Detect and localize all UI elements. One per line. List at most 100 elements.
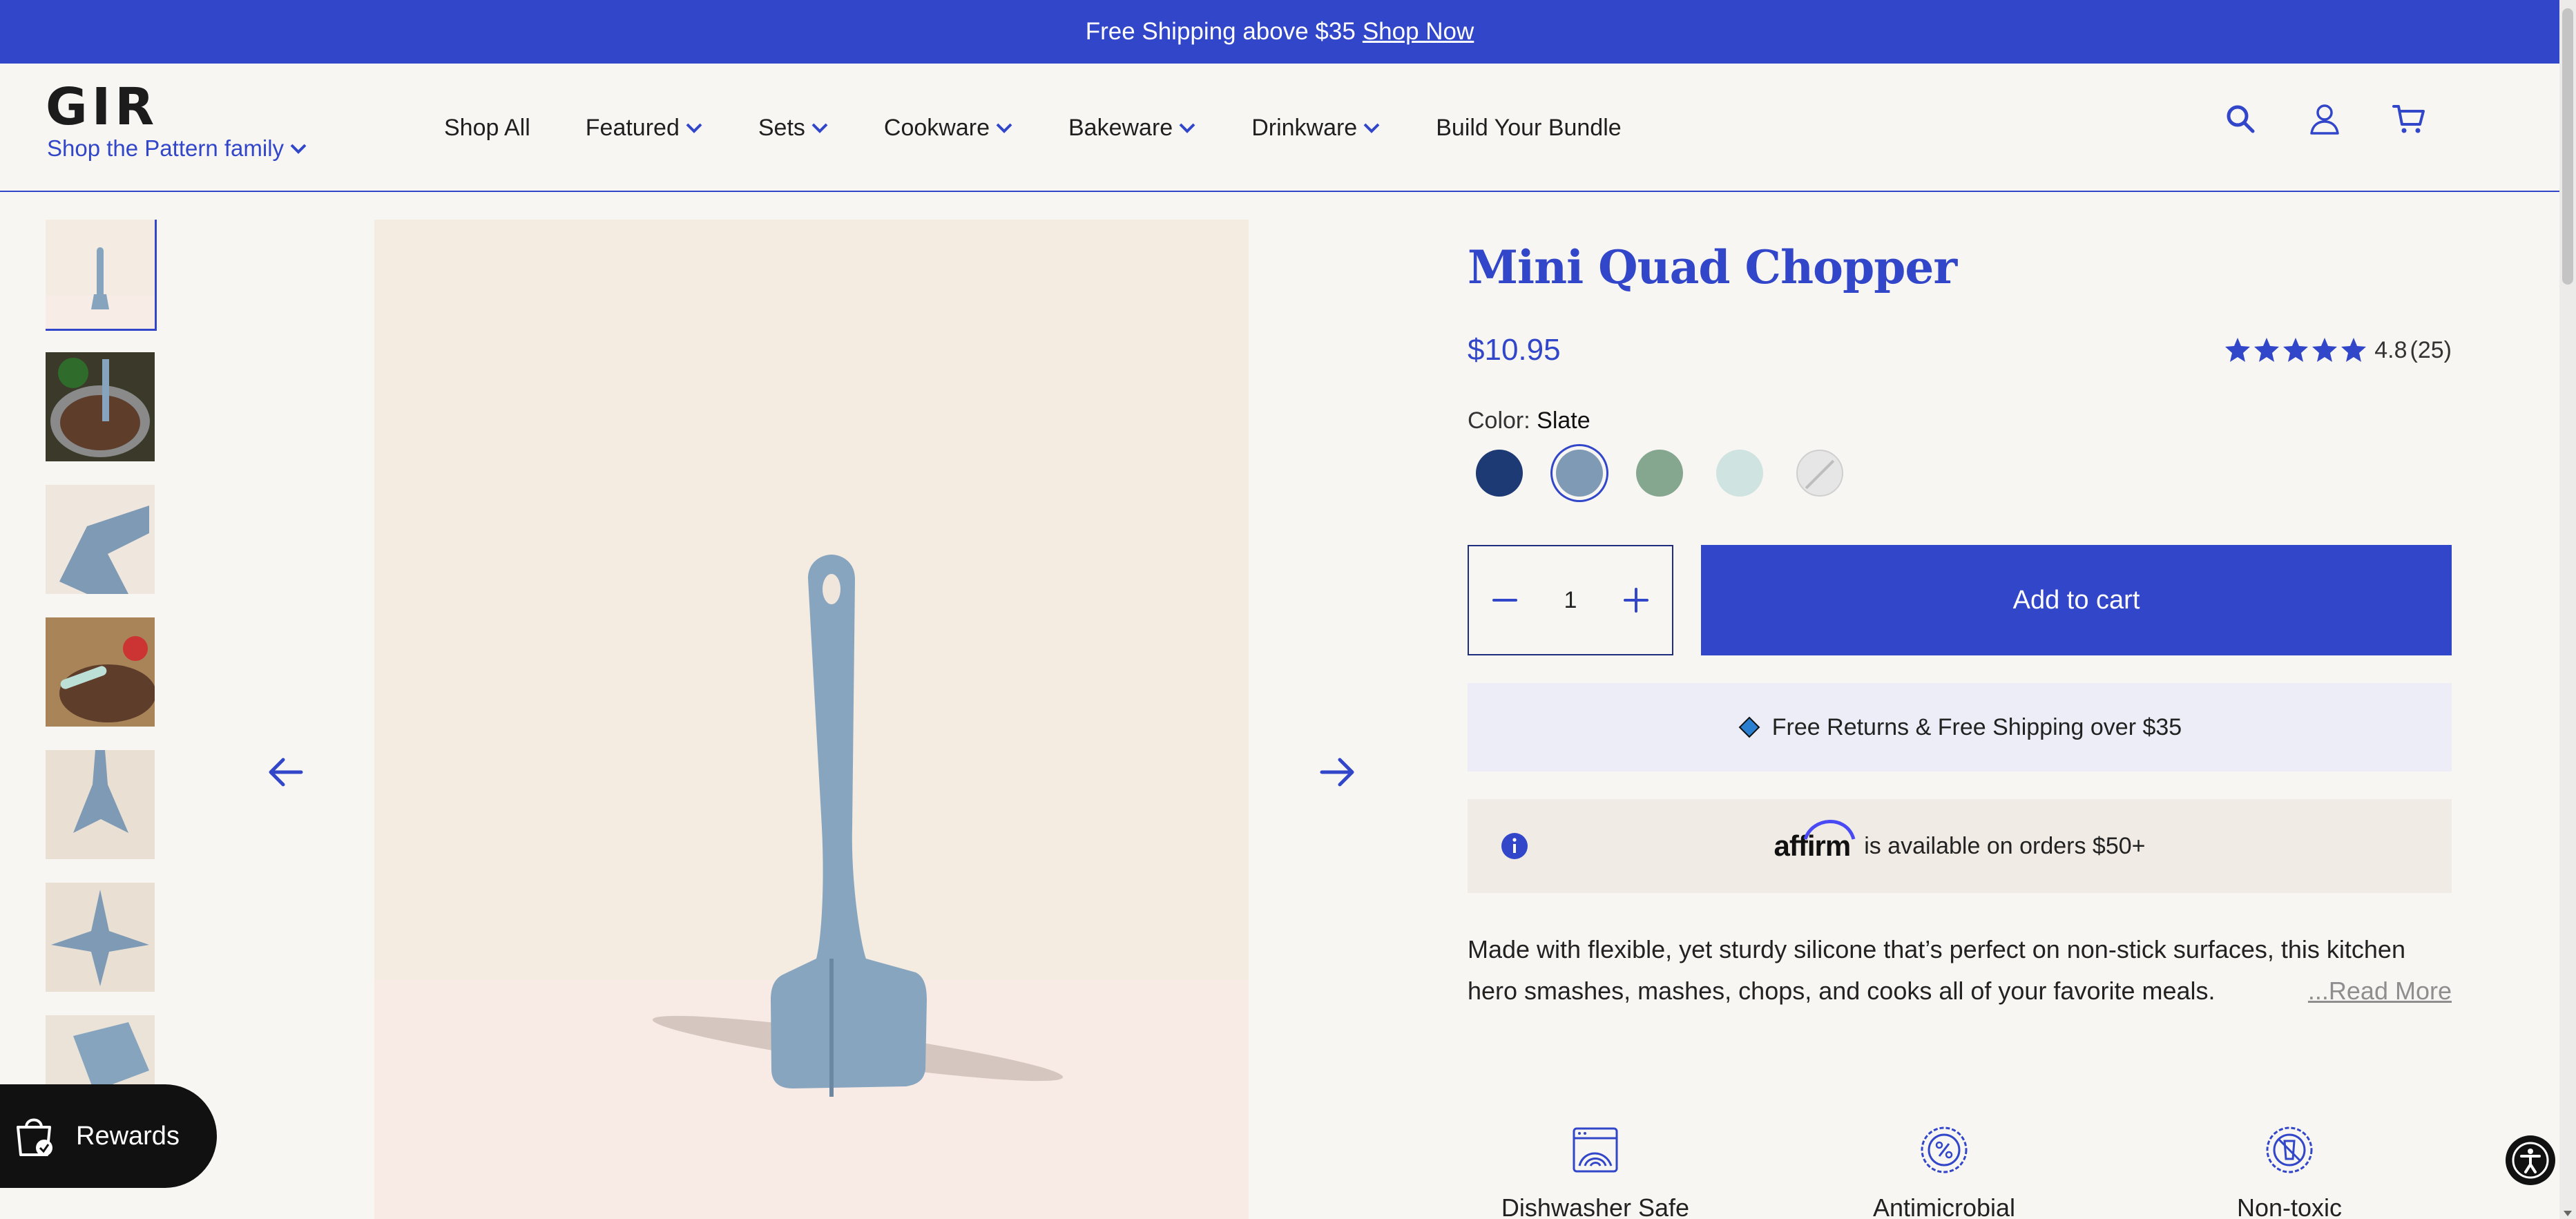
rating-count: (25) xyxy=(2410,336,2452,363)
nav-drinkware[interactable]: Drinkware xyxy=(1251,115,1381,142)
shop-pattern-family-link[interactable]: Shop the Pattern family xyxy=(47,135,307,162)
feature-antimicrobial: Antimicrobial xyxy=(1840,1124,2048,1219)
chevron-down-icon xyxy=(811,123,828,133)
pattern-family-label: Shop the Pattern family xyxy=(47,135,285,161)
accessibility-button[interactable] xyxy=(2506,1135,2555,1185)
antimicrobial-icon xyxy=(1921,1126,1968,1173)
feature-dishwasher-safe: Dishwasher Safe xyxy=(1492,1124,1699,1219)
nav-label: Shop All xyxy=(444,114,530,141)
thumbnail-4[interactable] xyxy=(46,617,155,727)
add-to-cart-row: 1 Add to cart xyxy=(1468,545,2452,655)
quantity-stepper: 1 xyxy=(1468,545,1673,655)
product-rating[interactable]: 4.8 (25) xyxy=(2224,336,2452,364)
non-toxic-icon xyxy=(2266,1126,2313,1173)
free-returns-banner: Free Returns & Free Shipping over $35 xyxy=(1468,683,2452,771)
product-thumbnail-image xyxy=(46,750,155,859)
accessibility-icon xyxy=(2512,1142,2549,1179)
returns-text: Free Returns & Free Shipping over $35 xyxy=(1771,713,2182,740)
product-info: Mini Quad Chopper $10.95 4.8 (25) Color:… xyxy=(1468,220,2452,1012)
header-actions xyxy=(2224,102,2425,135)
rewards-label: Rewards xyxy=(76,1121,180,1151)
chevron-down-icon xyxy=(1363,123,1380,133)
star-icon xyxy=(2341,338,2367,362)
thumbnail-3[interactable] xyxy=(46,485,155,594)
star-icon xyxy=(2225,338,2251,362)
arrow-left-icon[interactable] xyxy=(264,750,308,794)
chevron-down-icon xyxy=(996,123,1012,133)
color-swatch[interactable] xyxy=(1556,450,1603,497)
star-icon xyxy=(2283,338,2309,362)
scrollbar-thumb[interactable] xyxy=(2562,8,2573,285)
nav-featured[interactable]: Featured xyxy=(586,115,703,142)
thumbnail-2[interactable] xyxy=(46,352,155,461)
site-header: GIR Shop the Pattern family Shop All Fea… xyxy=(0,64,2559,192)
quantity-value[interactable]: 1 xyxy=(1564,587,1577,614)
color-swatch[interactable] xyxy=(1796,450,1843,497)
nav-build-your-bundle[interactable]: Build Your Bundle xyxy=(1436,115,1621,142)
nav-label: Build Your Bundle xyxy=(1436,114,1622,141)
diamond-icon xyxy=(1738,716,1760,738)
color-swatch[interactable] xyxy=(1716,450,1763,497)
product-thumbnail-image xyxy=(46,352,155,461)
rating-value: 4.8 xyxy=(2374,336,2407,363)
thumbnail-6[interactable] xyxy=(46,883,155,992)
chevron-down-icon xyxy=(290,144,307,154)
nav-label: Cookware xyxy=(883,114,990,141)
rewards-launcher[interactable]: Rewards xyxy=(0,1084,217,1188)
feature-non-toxic: Non-toxic xyxy=(2186,1124,2393,1219)
gir-logo[interactable]: GIR xyxy=(46,81,158,133)
chevron-down-icon xyxy=(686,123,702,133)
thumbnail-1[interactable] xyxy=(46,220,157,331)
price-row: $10.95 4.8 (25) xyxy=(1468,333,2452,367)
description-text: Made with flexible, yet sturdy silicone … xyxy=(1468,935,2405,1005)
page: Free Shipping above $35 Shop Now GIR Sho… xyxy=(0,0,2576,1219)
nav-shop-all[interactable]: Shop All xyxy=(444,115,530,142)
product-features: Dishwasher Safe Antimicrobial Non-toxic xyxy=(1468,1124,2452,1219)
nav-bakeware[interactable]: Bakeware xyxy=(1068,115,1196,142)
nav-label: Featured xyxy=(585,114,680,141)
nav-label: Bakeware xyxy=(1068,114,1173,141)
shopping-bag-icon xyxy=(17,1118,52,1156)
product-thumbnail-image xyxy=(46,883,155,992)
read-more-link[interactable]: ...Read More xyxy=(2266,970,2452,1012)
product-photo xyxy=(374,220,1249,1219)
product-price: $10.95 xyxy=(1468,333,1561,367)
product-description: Made with flexible, yet sturdy silicone … xyxy=(1468,929,2452,1012)
nav-cookware[interactable]: Cookware xyxy=(884,115,1013,142)
thumbnail-gallery xyxy=(46,220,157,1187)
dishwasher-icon xyxy=(1573,1127,1618,1173)
affirm-logo: affirm xyxy=(1774,820,1856,863)
announcement-bar: Free Shipping above $35 Shop Now xyxy=(0,0,2559,64)
arrow-right-icon[interactable] xyxy=(1315,750,1359,794)
feature-label: Antimicrobial xyxy=(1872,1193,2016,1219)
thumbnail-5[interactable] xyxy=(46,750,155,859)
color-label-text: Color: xyxy=(1468,407,1530,434)
cart-icon[interactable] xyxy=(2392,102,2425,135)
search-icon[interactable] xyxy=(2224,102,2257,135)
decrease-quantity-button[interactable] xyxy=(1490,585,1520,615)
color-swatch[interactable] xyxy=(1476,450,1523,497)
account-icon[interactable] xyxy=(2308,102,2341,135)
product-title: Mini Quad Chopper xyxy=(1468,240,1957,294)
affirm-text: is available on orders $50+ xyxy=(1864,832,2146,859)
color-value: Slate xyxy=(1537,407,1590,434)
announcement-text: Free Shipping above $35 xyxy=(1085,18,1356,45)
page-scrollbar[interactable] xyxy=(2559,0,2576,1219)
main-product-image xyxy=(374,220,1249,1219)
color-label: Color: Slate xyxy=(1468,407,2452,434)
product-thumbnail-image xyxy=(46,220,155,329)
scroll-down-arrow[interactable] xyxy=(2564,1211,2572,1216)
color-swatch[interactable] xyxy=(1636,450,1683,497)
nav-sets[interactable]: Sets xyxy=(758,115,829,142)
info-icon[interactable] xyxy=(1501,832,1528,860)
add-to-cart-button[interactable]: Add to cart xyxy=(1701,545,2452,655)
increase-quantity-button[interactable] xyxy=(1621,585,1651,615)
color-swatches xyxy=(1468,450,2452,497)
product-thumbnail-image xyxy=(46,617,155,727)
feature-label: Dishwasher Safe xyxy=(1501,1193,1690,1219)
chevron-down-icon xyxy=(1179,123,1195,133)
feature-label: Non-toxic xyxy=(2236,1193,2343,1219)
affirm-arc-icon xyxy=(1804,820,1856,840)
shop-now-link[interactable]: Shop Now xyxy=(1363,18,1474,46)
nav-label: Sets xyxy=(758,114,805,141)
